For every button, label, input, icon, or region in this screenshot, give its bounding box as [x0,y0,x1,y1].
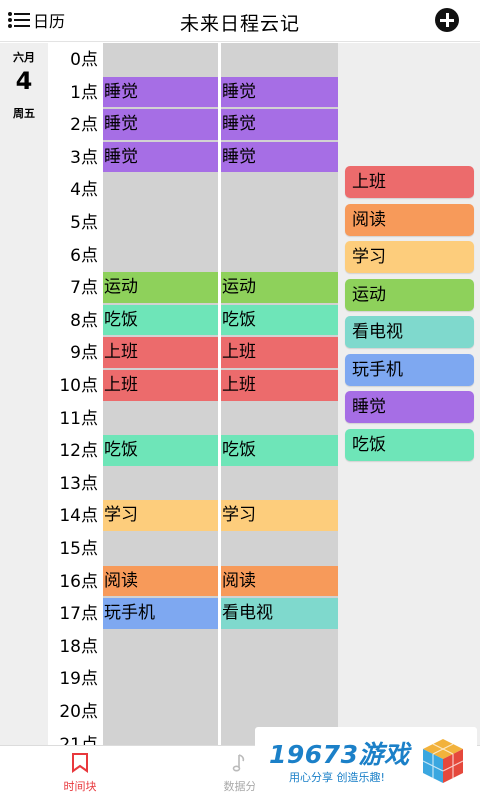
time-block-cell[interactable] [103,239,218,271]
time-block-cell[interactable] [221,630,338,662]
time-block-cell[interactable] [221,174,338,205]
bookmark-icon [72,753,88,773]
time-block-cell[interactable] [103,630,218,662]
time-block-cell[interactable]: 上班 [103,370,218,401]
hour-label: 19点 [59,669,98,690]
time-block-cell[interactable] [221,207,338,238]
time-block-cell[interactable] [221,44,338,75]
time-block-cell[interactable]: 睡觉 [103,141,218,173]
hour-label: 4点 [70,180,98,201]
time-block-cell[interactable]: 睡觉 [221,109,338,140]
time-block-cell[interactable] [221,467,338,499]
time-block-cell[interactable] [103,44,218,75]
hour-label: 11点 [59,408,98,429]
category-chip[interactable]: 运动 [345,278,474,311]
time-block-cell[interactable]: 吃饭 [221,435,338,466]
category-chip[interactable]: 阅读 [345,203,474,236]
time-block-cell[interactable] [221,533,338,564]
time-block-cell[interactable]: 睡觉 [103,76,218,108]
hour-label: 8点 [70,310,98,331]
hour-label: 9点 [70,343,98,364]
hour-label: 18点 [59,636,98,657]
category-chip[interactable]: 睡觉 [345,391,474,423]
time-block-cell[interactable] [103,663,218,694]
hour-label: 5点 [70,213,98,233]
hour-label: 12点 [59,441,98,462]
time-block-cell[interactable]: 上班 [103,337,218,368]
hour-label: 7点 [70,278,98,299]
hour-label: 2点 [70,115,98,136]
date-column: 六月 4 周五 [0,43,48,745]
watermark-logo: 19673游戏 用心分享 创造乐趣! [255,727,477,795]
time-block-cell[interactable] [221,663,338,694]
time-block-cell[interactable]: 吃饭 [103,304,218,336]
time-block-cell[interactable]: 学习 [221,500,338,531]
time-block-cell[interactable] [221,239,338,271]
time-block-cell[interactable]: 学习 [103,500,218,531]
hour-label: 3点 [70,147,98,168]
time-block-cell[interactable] [103,467,218,499]
hour-label: 21点 [59,734,98,745]
time-block-cell[interactable]: 睡觉 [221,141,338,173]
time-block-cell[interactable] [221,696,338,727]
hour-label: 17点 [59,604,98,625]
hour-label: 15点 [59,539,98,559]
date-weekday: 周五 [13,107,35,120]
time-block-cell[interactable] [103,728,218,745]
time-block-cell[interactable]: 上班 [221,370,338,401]
hour-label: 6点 [70,245,98,266]
time-block-cell[interactable] [103,207,218,238]
time-block-cell[interactable] [103,696,218,727]
schedule-grid: 睡觉 睡觉 睡觉 睡觉 睡觉 睡觉 运动 运动 吃饭 吃饭 上班 上班 上班 上班 吃饭 吃饭 学习 学习 阅读 阅读… [103,43,338,745]
time-block-cell[interactable]: 阅读 [221,565,338,597]
time-block-cell[interactable] [103,174,218,205]
hour-label: 13点 [59,473,98,494]
hour-labels: 0点 1点 2点 3点 4点 5点 6点 7点 8点 9点 10点 11点 12点 13点 14点 15点 16… [48,43,103,745]
time-block-cell[interactable]: 睡觉 [103,109,218,140]
category-panel: 上班阅读学习运动看电视玩手机睡觉吃饭 [338,43,480,745]
time-block-cell[interactable]: 阅读 [103,565,218,597]
music-note-icon [232,754,245,772]
time-block-cell[interactable] [103,402,218,434]
date-day: 4 [15,67,33,95]
category-chip[interactable]: 吃饭 [345,428,474,461]
cube-logo-icon [422,739,464,783]
time-block-cell[interactable]: 上班 [221,337,338,368]
time-block-cell[interactable]: 玩手机 [103,598,218,629]
time-block-cell[interactable]: 吃饭 [103,435,218,466]
hour-label: 14点 [59,506,98,527]
hour-label: 16点 [59,571,98,592]
hour-label: 0点 [70,50,98,70]
time-block-cell[interactable]: 运动 [103,272,218,303]
date-month: 六月 [13,51,35,64]
hour-label: 20点 [59,702,98,722]
tab-timeblock[interactable]: 时间块 [20,746,140,800]
watermark-slogan: 用心分享 创造乐趣! [289,771,385,784]
watermark-text: 19673游戏 [269,740,410,769]
time-block-cell[interactable] [103,533,218,564]
time-block-cell[interactable]: 看电视 [221,598,338,629]
add-plus-icon[interactable] [435,8,459,32]
hour-label: 10点 [59,376,98,396]
category-chip[interactable]: 学习 [345,241,474,273]
hour-label: 1点 [70,82,98,103]
category-chip[interactable]: 看电视 [345,316,474,348]
category-chip[interactable]: 上班 [345,166,474,198]
time-block-cell[interactable]: 睡觉 [221,76,338,108]
time-block-cell[interactable]: 吃饭 [221,304,338,336]
time-block-cell[interactable]: 运动 [221,272,338,303]
time-block-cell[interactable] [221,402,338,434]
tab-timeblock-label: 时间块 [63,780,97,793]
category-chip[interactable]: 玩手机 [345,353,474,386]
app-title: 未来日程云记 [179,13,300,35]
top-app-bar: 日历 未来日程云记 [0,0,480,42]
